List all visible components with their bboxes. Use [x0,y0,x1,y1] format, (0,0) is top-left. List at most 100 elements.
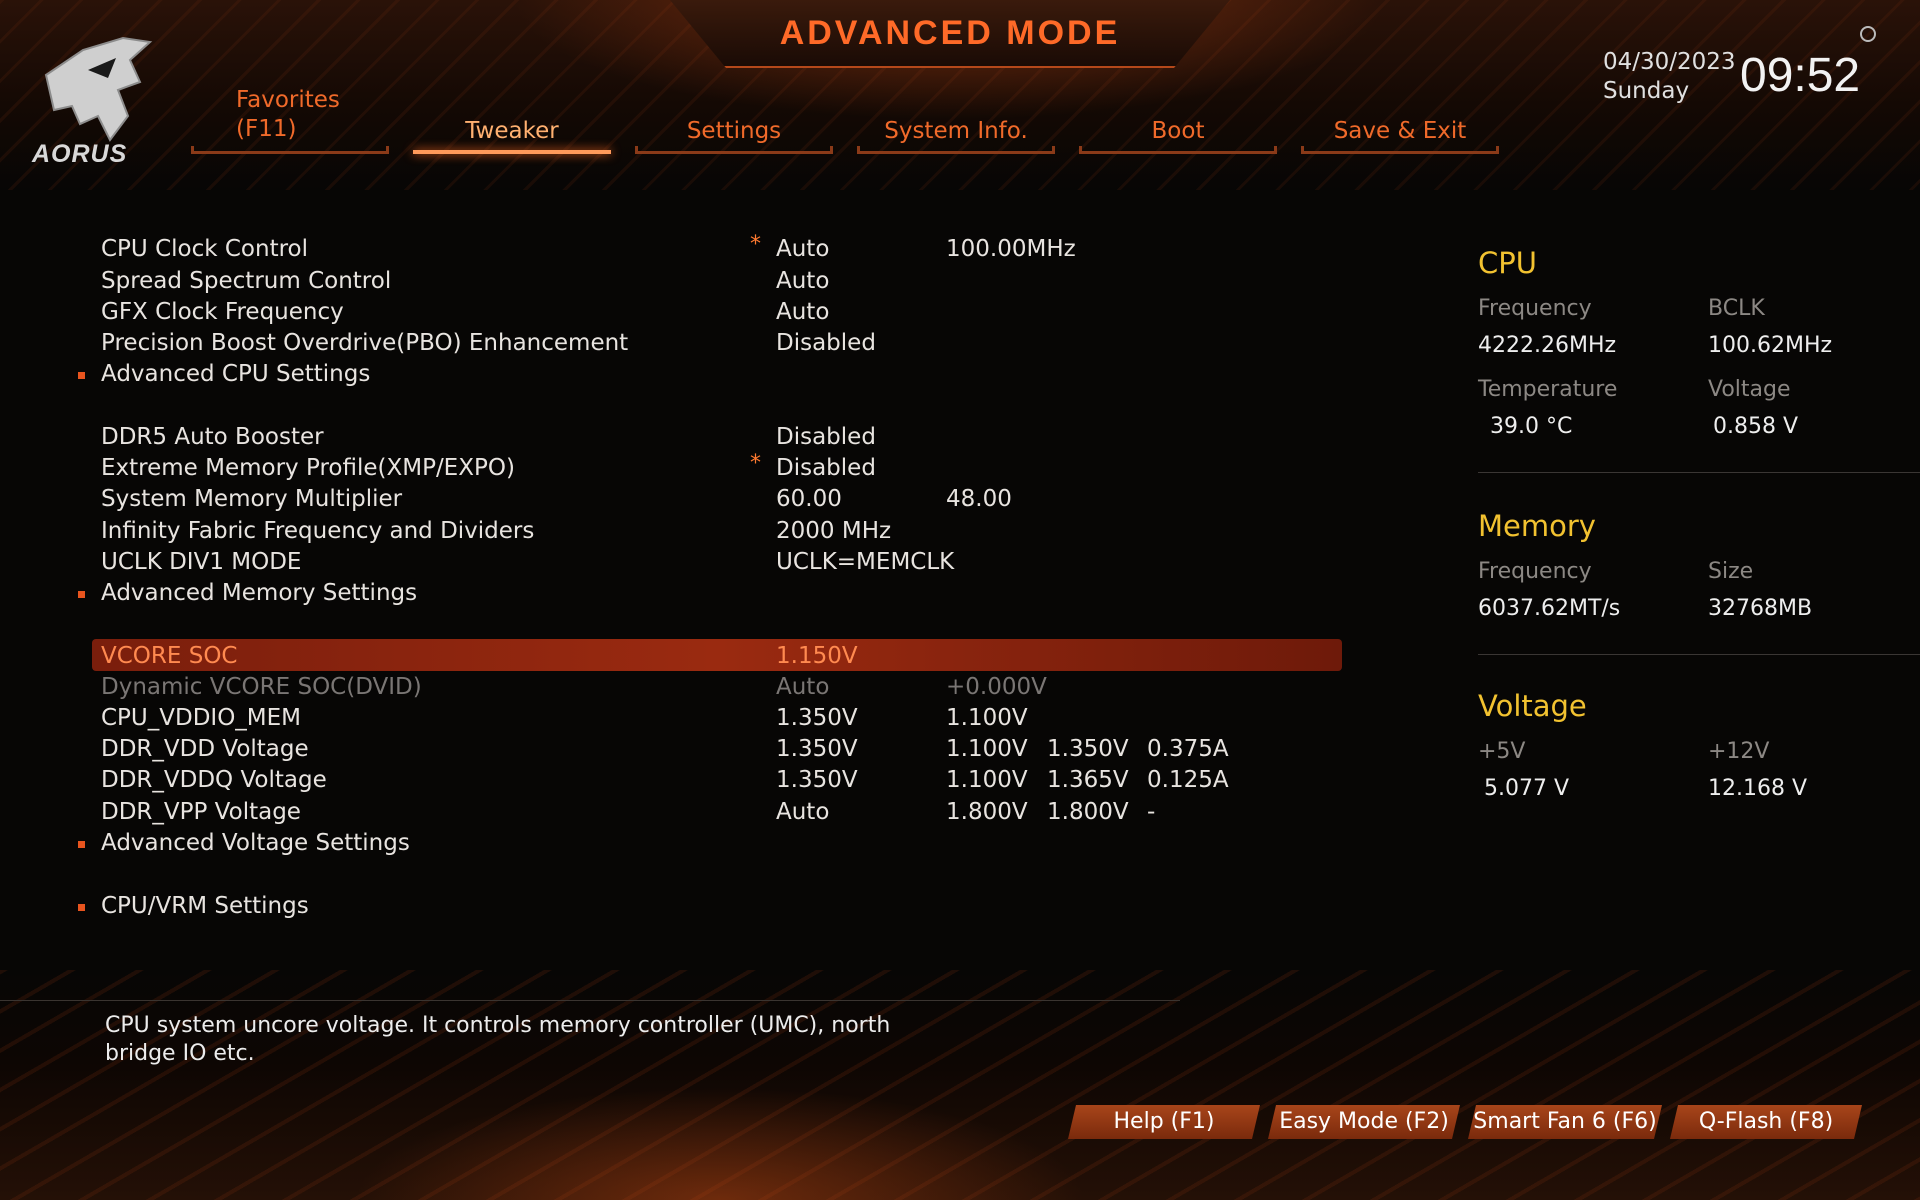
cpu-temperature-value: 39.0 °C [1490,414,1573,439]
date-text: 04/30/2023 [1603,49,1736,75]
setting-label: DDR_VDDQ Voltage [101,767,327,793]
setting-value[interactable]: Disabled [776,455,876,481]
memory-frequency-value: 6037.62MT/s [1478,596,1621,621]
setting-label: System Memory Multiplier [101,486,403,512]
date-display: 04/30/2023 Sunday [1603,48,1736,106]
voltage-5v-value: 5.077 V [1484,776,1570,801]
setting-value[interactable]: 1.350V [776,705,858,731]
tab-save-exit-label: Save & Exit [1333,118,1467,144]
help-description: CPU system uncore voltage. It controls m… [105,1013,891,1066]
setting-value-2: 1.100V [946,767,1028,793]
q-flash-button[interactable]: Q-Flash (F8) [1670,1105,1862,1139]
setting-row-infinity-fabric[interactable]: Infinity Fabric Frequency and Dividers 2… [0,518,1360,548]
submenu-cpu-vrm-settings[interactable]: CPU/VRM Settings [0,893,1360,923]
setting-label: Infinity Fabric Frequency and Dividers [101,518,535,544]
setting-label: UCLK DIV1 MODE [101,549,302,575]
setting-row-ddr-vddq[interactable]: DDR_VDDQ Voltage 1.350V 1.100V 1.365V 0.… [0,767,1360,797]
setting-value[interactable]: UCLK=MEMCLK [776,549,954,575]
voltage-5v-label: +5V [1478,739,1526,764]
setting-value[interactable]: Auto [776,799,829,825]
monitor-memory-heading: Memory [1478,509,1596,543]
setting-value[interactable]: 1.150V [776,643,858,669]
setting-row-gfx-clock[interactable]: GFX Clock Frequency Auto [0,299,1360,329]
tab-tweaker-label: Tweaker [465,118,559,144]
tab-favorites-underline[interactable] [191,118,389,154]
tab-save-exit[interactable]: Save & Exit [1301,118,1499,154]
setting-value-3: 1.365V [1047,767,1129,793]
setting-value-3: 1.800V [1047,799,1129,825]
setting-value[interactable]: Auto [776,236,829,262]
setting-label: DDR_VDD Voltage [101,736,309,762]
monitor-cpu-heading: CPU [1478,246,1537,280]
setting-value[interactable]: 60.00 [776,486,842,512]
footer-background [0,970,1920,1200]
setting-row-uclk-div1-mode[interactable]: UCLK DIV1 MODE UCLK=MEMCLK [0,549,1360,579]
setting-row-pbo-enhancement[interactable]: Precision Boost Overdrive(PBO) Enhanceme… [0,330,1360,360]
tab-system-info[interactable]: System Info. [857,118,1055,154]
easy-mode-button[interactable]: Easy Mode (F2) [1268,1105,1460,1139]
setting-label: Advanced Memory Settings [101,580,418,606]
modified-star-icon: * [750,451,761,476]
setting-value-2: +0.000V [946,674,1047,700]
setting-row-memory-multiplier[interactable]: System Memory Multiplier 60.00 48.00 [0,486,1360,516]
submenu-advanced-cpu-settings[interactable]: Advanced CPU Settings [0,361,1360,391]
help-button[interactable]: Help (F1) [1068,1105,1260,1139]
setting-label: Precision Boost Overdrive(PBO) Enhanceme… [101,330,629,356]
setting-label: DDR5 Auto Booster [101,424,324,450]
monitor-divider [1478,472,1920,473]
day-text: Sunday [1603,78,1690,104]
setting-row-spread-spectrum[interactable]: Spread Spectrum Control Auto [0,268,1360,298]
setting-value-2[interactable]: 100.00MHz [946,236,1076,262]
voltage-12v-label: +12V [1708,739,1770,764]
tab-boot[interactable]: Boot [1079,118,1277,154]
tab-tweaker[interactable]: Tweaker [413,118,611,154]
setting-value-4: 0.125A [1147,767,1229,793]
submenu-bullet-icon [78,591,85,598]
setting-value[interactable]: 1.350V [776,736,858,762]
aorus-logo-text: AORUS [32,140,128,168]
tab-system-info-label: System Info. [884,118,1028,144]
submenu-bullet-icon [78,904,85,911]
setting-value-2: 48.00 [946,486,1012,512]
setting-label: VCORE SOC [101,643,238,669]
mode-title: ADVANCED MODE [779,14,1121,52]
submenu-advanced-memory-settings[interactable]: Advanced Memory Settings [0,580,1360,610]
modified-star-icon: * [750,232,761,257]
cpu-frequency-value: 4222.26MHz [1478,333,1617,358]
setting-value-2: 1.100V [946,736,1028,762]
setting-label: DDR_VPP Voltage [101,799,301,825]
cpu-temperature-label: Temperature [1478,377,1618,402]
setting-label: Extreme Memory Profile(XMP/EXPO) [101,455,515,481]
setting-label: CPU/VRM Settings [101,893,309,919]
setting-row-vcore-soc[interactable]: VCORE SOC 1.150V [0,639,1360,673]
cpu-voltage-value: 0.858 V [1713,414,1799,439]
memory-size-label: Size [1708,559,1754,584]
setting-value[interactable]: 1.350V [776,767,858,793]
setting-value[interactable]: 2000 MHz [776,518,891,544]
tab-settings[interactable]: Settings [635,118,833,154]
monitor-divider [1478,654,1920,655]
setting-value[interactable]: Auto [776,299,829,325]
submenu-advanced-voltage-settings[interactable]: Advanced Voltage Settings [0,830,1360,860]
setting-row-cpu-clock-control[interactable]: CPU Clock Control * Auto 100.00MHz [0,232,1360,266]
memory-size-value: 32768MB [1708,596,1813,621]
smart-fan-button[interactable]: Smart Fan 6 (F6) [1468,1105,1662,1139]
setting-value-4: 0.375A [1147,736,1229,762]
setting-row-cpu-vddio-mem[interactable]: CPU_VDDIO_MEM 1.350V 1.100V [0,705,1360,735]
tab-settings-label: Settings [686,118,782,144]
setting-value-2: 1.100V [946,705,1028,731]
setting-row-ddr5-auto-booster[interactable]: DDR5 Auto Booster Disabled [0,424,1360,454]
setting-row-ddr-vpp[interactable]: DDR_VPP Voltage Auto 1.800V 1.800V - [0,799,1360,829]
clock-display: 09:52 [1740,49,1861,102]
help-divider [0,1000,1180,1001]
tab-boot-label: Boot [1151,118,1205,144]
setting-row-dynamic-vcore-soc: Dynamic VCORE SOC(DVID) Auto +0.000V [0,674,1360,704]
setting-value[interactable]: Auto [776,268,829,294]
setting-value[interactable]: Disabled [776,424,876,450]
setting-label: GFX Clock Frequency [101,299,344,325]
setting-row-ddr-vdd[interactable]: DDR_VDD Voltage 1.350V 1.100V 1.350V 0.3… [0,736,1360,766]
gear-icon[interactable] [1860,26,1876,42]
cpu-bclk-value: 100.62MHz [1708,333,1833,358]
setting-value[interactable]: Disabled [776,330,876,356]
setting-row-xmp-expo[interactable]: Extreme Memory Profile(XMP/EXPO) * Disab… [0,451,1360,485]
